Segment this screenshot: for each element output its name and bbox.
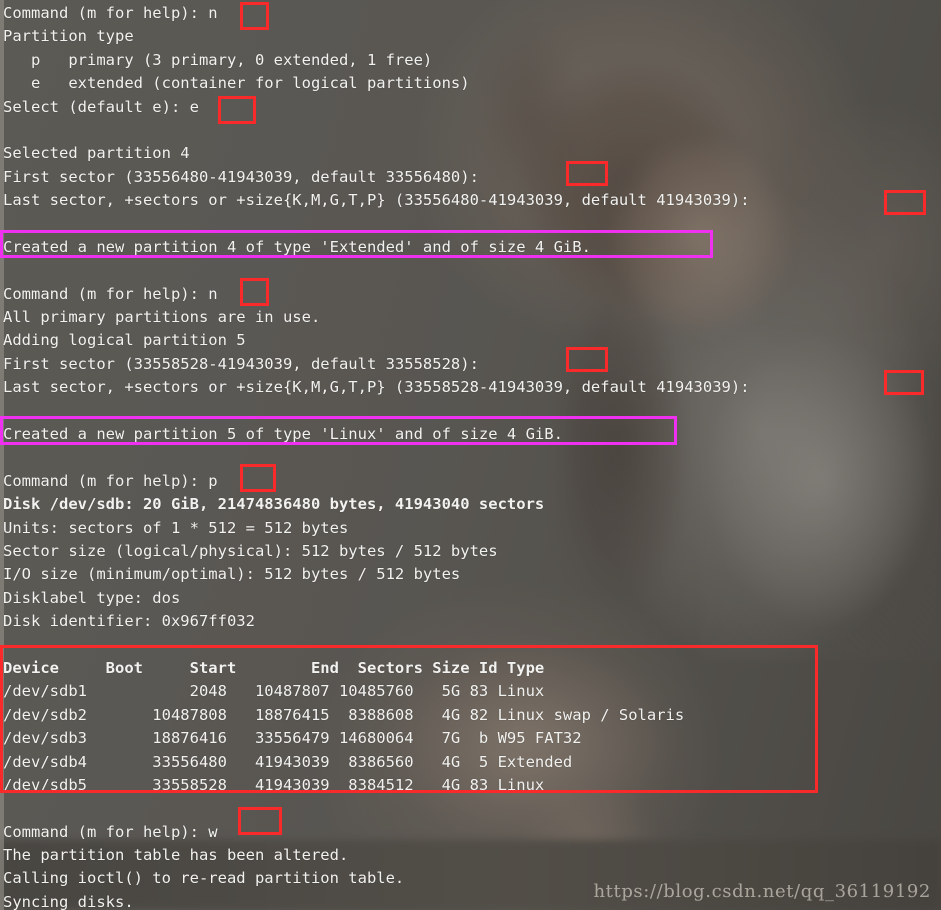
- terminal-line: First sector (33558528-41943039, default…: [3, 354, 489, 373]
- terminal-line: Disk identifier: 0x967ff032: [3, 612, 255, 631]
- terminal-line: p primary (3 primary, 0 extended, 1 free…: [3, 50, 433, 69]
- terminal-line: All primary partitions are in use.: [3, 308, 321, 327]
- terminal-line: /dev/sdb4 33556480 41943039 8386560 4G 5…: [3, 752, 573, 771]
- terminal-line: First sector (33556480-41943039, default…: [3, 167, 489, 186]
- terminal-line: Command (m for help): w: [3, 822, 218, 841]
- terminal-line: Device Boot Start End Sectors Size Id Ty…: [3, 658, 545, 677]
- terminal-line: I/O size (minimum/optimal): 512 bytes / …: [3, 565, 461, 584]
- terminal-line: Disk /dev/sdb: 20 GiB, 21474836480 bytes…: [3, 495, 545, 514]
- terminal-output[interactable]: Command (m for help): n Partition type p …: [0, 0, 941, 910]
- terminal-line: Last sector, +sectors or +size{K,M,G,T,P…: [3, 191, 759, 210]
- terminal-line: Partition type: [3, 27, 134, 46]
- terminal-line: e extended (container for logical partit…: [3, 74, 470, 93]
- terminal-line: Command (m for help): p: [3, 471, 218, 490]
- terminal-line: /dev/sdb3 18876416 33556479 14680064 7G …: [3, 729, 582, 748]
- terminal-line: Select (default e): e: [3, 97, 199, 116]
- terminal-line: Selected partition 4: [3, 144, 190, 163]
- terminal-line: /dev/sdb2 10487808 18876415 8388608 4G 8…: [3, 705, 685, 724]
- terminal-line: /dev/sdb1 2048 10487807 10485760 5G 83 L…: [3, 682, 545, 701]
- terminal-line: Disklabel type: dos: [3, 588, 181, 607]
- terminal-line: Command (m for help): n: [3, 4, 218, 22]
- watermark-url: https://blog.csdn.net/qq_36119192: [593, 881, 931, 902]
- terminal-line: Command (m for help): n: [3, 284, 218, 303]
- terminal-line: Sector size (logical/physical): 512 byte…: [3, 541, 498, 560]
- terminal-line: Units: sectors of 1 * 512 = 512 bytes: [3, 518, 349, 537]
- terminal-line: Created a new partition 4 of type 'Exten…: [3, 237, 591, 256]
- terminal-line: Last sector, +sectors or +size{K,M,G,T,P…: [3, 378, 759, 397]
- terminal-line: The partition table has been altered.: [3, 846, 349, 865]
- terminal-line: Created a new partition 5 of type 'Linux…: [3, 425, 563, 444]
- terminal-line: Adding logical partition 5: [3, 331, 246, 350]
- terminal-line: /dev/sdb5 33558528 41943039 8384512 4G 8…: [3, 775, 545, 794]
- terminal-screen: Command (m for help): n Partition type p …: [0, 0, 941, 910]
